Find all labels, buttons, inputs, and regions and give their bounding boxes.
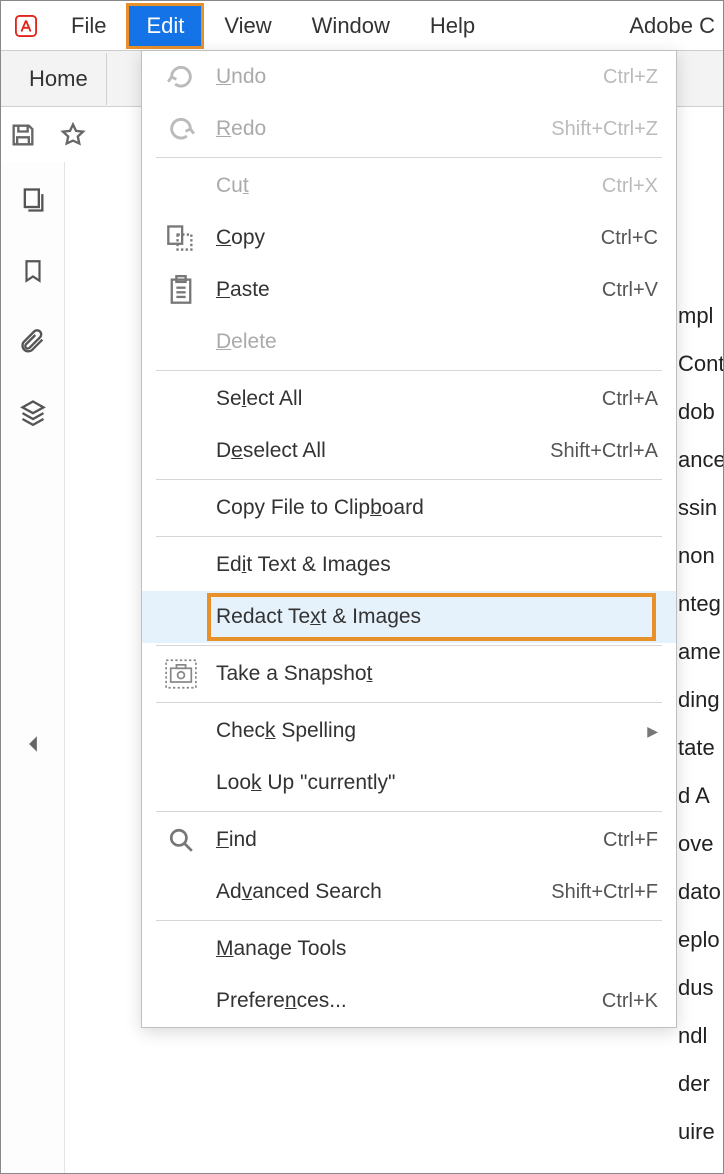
submenu-arrow-icon: ▶ [647,723,658,740]
menu-label: Take a Snapshot [216,662,372,686]
menu-copy-file-clipboard[interactable]: Copy File to Clipboard [142,482,676,534]
copy-icon [156,224,206,252]
menu-label: Find [216,828,257,852]
menu-redo: Redo Shift+Ctrl+Z [142,103,676,155]
separator [156,157,662,158]
separator [156,645,662,646]
redo-icon [156,117,206,141]
separator [156,811,662,812]
menu-label: Check Spelling [216,719,356,743]
menu-label: Redo [216,117,266,141]
menu-look-up[interactable]: Look Up "currently" [142,757,676,809]
menu-preferences[interactable]: Preferences... Ctrl+K [142,975,676,1027]
tab-home[interactable]: Home [11,53,107,105]
attachment-icon[interactable] [19,328,47,356]
menu-delete: Delete [142,316,676,368]
separator [156,370,662,371]
menu-check-spelling[interactable]: Check Spelling ▶ [142,705,676,757]
document-text-fragment: mpl Contdob ancessin nonnteg ameding tat… [678,292,723,1156]
layers-icon[interactable] [19,398,47,426]
menu-label: Edit Text & Images [216,553,391,577]
menu-label: Preferences... [216,989,347,1013]
menu-manage-tools[interactable]: Manage Tools [142,923,676,975]
menu-edit[interactable]: Edit [126,3,204,49]
star-icon[interactable] [59,121,87,149]
menu-deselect-all[interactable]: Deselect All Shift+Ctrl+A [142,425,676,477]
shortcut: Ctrl+Z [603,66,658,89]
menu-label: Copy [216,226,265,250]
shortcut: Ctrl+A [602,388,658,411]
menu-label: Look Up "currently" [216,771,396,795]
menu-label: Paste [216,278,270,302]
menu-label: Manage Tools [216,937,346,961]
menu-label: Cut [216,174,249,198]
menu-file[interactable]: File [51,3,126,49]
menu-label: Copy File to Clipboard [216,496,424,520]
menu-window[interactable]: Window [292,3,410,49]
menu-find[interactable]: Find Ctrl+F [142,814,676,866]
edit-menu-dropdown: Undo Ctrl+Z Redo Shift+Ctrl+Z Cut Ctrl+X… [141,50,677,1028]
menu-label: Undo [216,65,266,89]
menu-cut: Cut Ctrl+X [142,160,676,212]
shortcut: Ctrl+C [601,227,658,250]
undo-icon [156,65,206,89]
camera-icon [156,659,206,689]
left-sidebar [1,162,65,1173]
separator [156,920,662,921]
menu-view[interactable]: View [204,3,291,49]
menu-label: Select All [216,387,302,411]
shortcut: Ctrl+X [602,175,658,198]
bookmark-icon[interactable] [20,256,46,286]
shortcut: Shift+Ctrl+Z [551,118,658,141]
menu-advanced-search[interactable]: Advanced Search Shift+Ctrl+F [142,866,676,918]
paste-icon [156,275,206,305]
menu-take-snapshot[interactable]: Take a Snapshot [142,648,676,700]
menu-redact-text-images[interactable]: Redact Text & Images [142,591,676,643]
menu-copy[interactable]: Copy Ctrl+C [142,212,676,264]
menu-select-all[interactable]: Select All Ctrl+A [142,373,676,425]
collapse-sidebar-icon[interactable] [26,735,40,753]
menu-label: Advanced Search [216,880,382,904]
shortcut: Shift+Ctrl+A [550,440,658,463]
shortcut: Shift+Ctrl+F [551,881,658,904]
shortcut: Ctrl+V [602,279,658,302]
separator [156,702,662,703]
shortcut: Ctrl+F [603,829,658,852]
separator [156,536,662,537]
save-icon[interactable] [9,121,37,149]
menu-label: Redact Text & Images [216,605,421,629]
separator [156,479,662,480]
search-icon [156,827,206,853]
menubar: File Edit View Window Help Adobe C [1,1,723,51]
menu-label: Delete [216,330,277,354]
shortcut: Ctrl+K [602,990,658,1013]
app-icon [15,15,37,37]
menu-help[interactable]: Help [410,3,495,49]
menu-label: Deselect All [216,439,326,463]
adobe-cloud-link[interactable]: Adobe C [629,13,715,39]
menu-paste[interactable]: Paste Ctrl+V [142,264,676,316]
pages-panel-icon[interactable] [19,186,47,214]
menu-undo: Undo Ctrl+Z [142,51,676,103]
menu-edit-text-images[interactable]: Edit Text & Images [142,539,676,591]
